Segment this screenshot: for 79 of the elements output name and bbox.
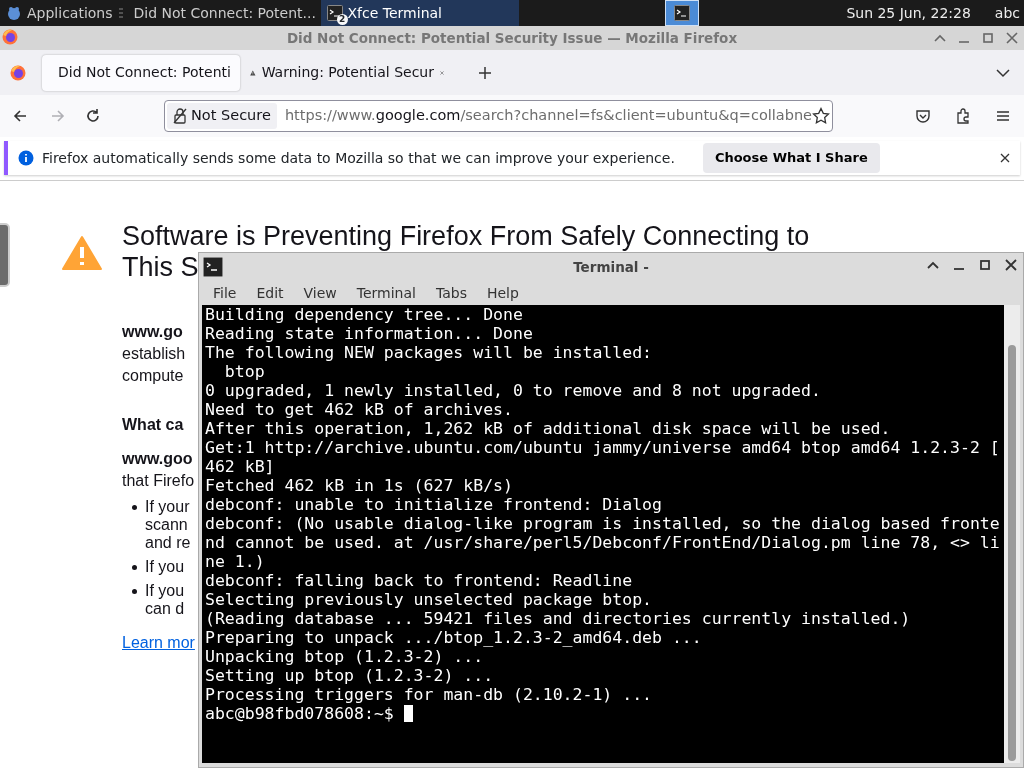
puzzle-piece-icon[interactable] (954, 107, 972, 125)
info-icon (18, 150, 34, 166)
terminal-output-line: debconf: unable to initialize frontend: Dialog (205, 495, 663, 514)
terminal-output-line: After this operation, 1,262 kB of additional disk space will be used. (205, 419, 892, 438)
menu-item[interactable]: File (203, 281, 247, 305)
menu-item[interactable]: Edit (246, 281, 294, 305)
menu-item[interactable]: Tabs (425, 281, 477, 305)
terminal-output-line: Building dependency tree... Done (205, 305, 524, 324)
reload-icon[interactable] (84, 107, 102, 125)
menu-item[interactable]: Terminal (346, 281, 426, 305)
terminal-output-line: Selecting previously unselected package btop. (205, 590, 654, 609)
paragraph-text: that Firefo (122, 471, 196, 491)
applications-menu[interactable]: Applications (0, 0, 119, 26)
maximize-icon[interactable] (979, 259, 991, 271)
bullet-dot (132, 589, 137, 594)
menu-item[interactable]: View (293, 281, 347, 305)
firefox-icon[interactable] (10, 64, 26, 81)
address-bar[interactable]: Not Secure https://www.google.com/search?channel=fs&client=ubuntu&q=collabne (164, 100, 834, 132)
terminal-output-line: Get:1 http://archive.ubuntu.com/ubuntu jammy/universe amd64 btop amd64 1.2.3-2 [ (205, 438, 1001, 457)
workspace-pager[interactable] (665, 0, 700, 26)
terminal-output-line: ne 1.) (205, 552, 266, 571)
notification-text: Firefox automatically sends some data to Mozilla so that we can improve your experience. (42, 148, 675, 168)
terminal-icon (203, 257, 223, 277)
close-icon[interactable] (1000, 153, 1010, 163)
browser-tab[interactable]: Did Not Connect: Potenti (42, 54, 240, 91)
security-indicator[interactable]: Not Secure (167, 103, 277, 129)
terminal-icon (326, 5, 343, 21)
bullet-text: If you can d (145, 582, 185, 618)
page-heading: This S (122, 252, 199, 283)
section-heading: What ca (122, 415, 185, 435)
terminal-icon (674, 5, 691, 21)
bullet-text: If you (145, 558, 185, 576)
clock: Sun 25 Jun, 22:28 (846, 3, 971, 23)
menu-item[interactable]: Help (476, 281, 529, 305)
window-title: Terminal - (573, 257, 649, 277)
text-cursor (403, 705, 413, 722)
firefox-icon (2, 29, 18, 45)
choose-share-button[interactable]: Choose What I Share (702, 143, 880, 173)
terminal-output-line: debconf: (No usable dialog-like program is installed, so the dialog based fronte (205, 514, 1001, 533)
paragraph-text: establish compute (122, 344, 187, 386)
terminal-output-line: Fetched 462 kB in 1s (627 kB/s) (205, 476, 514, 495)
chevron-up-icon[interactable] (934, 32, 946, 44)
close-icon[interactable] (1005, 259, 1017, 271)
url-text: https://www.google.com/search?channel=fs&client=ubuntu&q=collabne (284, 106, 813, 126)
terminal-output-line: nd cannot be used. at /usr/share/perl5/Debconf/FrontEnd/Dialog.pm line 78, <> li (205, 533, 1001, 552)
bullet-text: If your scann and re (145, 498, 191, 552)
chevron-up-icon[interactable] (927, 259, 939, 271)
bullet-dot (132, 505, 137, 510)
plus-icon[interactable] (478, 65, 492, 80)
terminal-prompt: abc@b98fbd078608:~$ (205, 704, 394, 723)
taskbar-task[interactable]: Did Not Connect: Potent... (122, 0, 321, 26)
host-name: www.goo (122, 449, 194, 469)
terminal-output-line: 462 kB] (205, 457, 276, 476)
badge-count: 2 (336, 14, 348, 25)
terminal-output-line: The following NEW packages will be installed: (205, 343, 654, 362)
browser-tab[interactable]: Warning: Potential Secur (240, 54, 454, 91)
lock-icon (173, 108, 187, 124)
terminal-output-line: Reading state information... Done (205, 324, 534, 343)
page-heading: Software is Preventing Firefox From Safely Connecting to (122, 221, 810, 252)
pocket-icon[interactable] (914, 107, 932, 125)
star-icon[interactable] (812, 107, 831, 125)
terminal-output-line: btop (223, 362, 266, 381)
separator-handle-icon (118, 8, 123, 18)
user-name: abc (994, 3, 1020, 23)
host-name: www.go (122, 322, 184, 342)
mouse-logo-icon (6, 5, 22, 21)
window-title: Did Not Connect: Potential Security Issue — Mozilla Firefox (286, 28, 738, 48)
scrollbar-thumb[interactable] (1008, 345, 1016, 761)
terminal-output-line: 0 upgraded, 1 newly installed, 0 to remove and 8 not upgraded. (205, 381, 822, 400)
terminal-output-line: Need to get 462 kB of archives. (205, 400, 514, 419)
terminal-output-line: Unpacking btop (1.2.3-2) ... (205, 647, 485, 666)
terminal-output-line: Preparing to unpack .../btop_1.2.3-2_amd64.deb ... (205, 628, 703, 647)
warning-icon (62, 235, 102, 271)
terminal-output-line: debconf: falling back to frontend: Readline (205, 571, 634, 590)
bullet-dot (132, 565, 137, 570)
terminal-output-line: (Reading database ... 59421 files and directories currently installed.) (205, 609, 912, 628)
terminal-output-line: Setting up btop (1.2.3-2) ... (205, 666, 495, 685)
terminal-output-line: Processing triggers for man-db (2.10.2-1) ... (205, 685, 654, 704)
learn-more-link[interactable]: Learn mor (122, 632, 195, 654)
